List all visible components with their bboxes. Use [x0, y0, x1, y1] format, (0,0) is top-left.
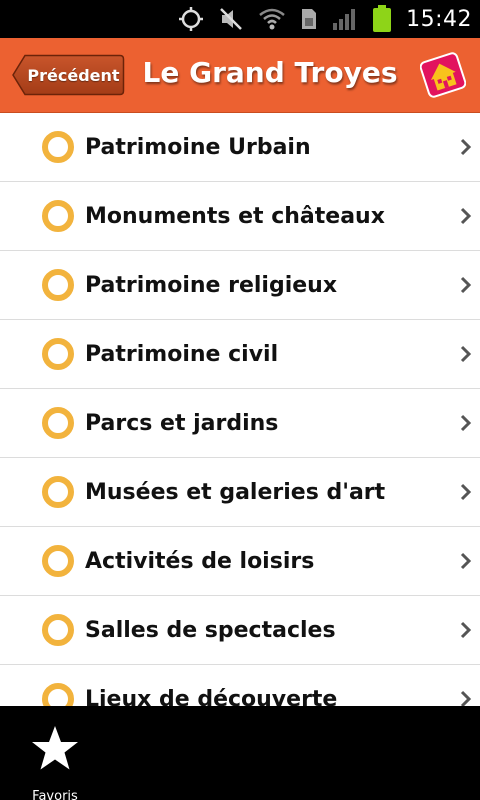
- list-item-label: Patrimoine civil: [85, 341, 279, 367]
- bullet-icon: [42, 200, 74, 232]
- list-item-activites-loisirs[interactable]: Activités de loisirs: [0, 527, 480, 596]
- list-item-patrimoine-religieux[interactable]: Patrimoine religieux: [0, 251, 480, 320]
- list-item-monuments[interactable]: Monuments et châteaux: [0, 182, 480, 251]
- app-header: Précédent Le Grand Troyes: [0, 38, 480, 113]
- list-item-label: Activités de loisirs: [85, 548, 315, 574]
- chevron-right-icon: [460, 207, 472, 225]
- bullet-icon: [42, 407, 74, 439]
- back-button-label: Précédent: [27, 65, 120, 85]
- list-item-label: Parcs et jardins: [85, 410, 279, 436]
- bullet-icon: [42, 476, 74, 508]
- list-item-label: Musées et galeries d'art: [85, 479, 386, 505]
- chevron-right-icon: [460, 690, 472, 706]
- house-logo-icon[interactable]: [419, 52, 467, 98]
- back-button[interactable]: Précédent: [12, 54, 125, 96]
- wifi-icon: [258, 7, 286, 31]
- list-item-musees[interactable]: Musées et galeries d'art: [0, 458, 480, 527]
- favorites-tab[interactable]: Favoris: [14, 714, 96, 800]
- chevron-right-icon: [460, 621, 472, 639]
- status-time: 15:42: [406, 6, 472, 32]
- bullet-icon: [42, 338, 74, 370]
- favorites-label: Favoris: [32, 789, 78, 800]
- list-item-label: Patrimoine religieux: [85, 272, 338, 298]
- list-item-label: Lieux de découverte: [85, 686, 338, 707]
- bullet-icon: [42, 131, 74, 163]
- list-item-label: Salles de spectacles: [85, 617, 336, 643]
- page-title: Le Grand Troyes: [142, 56, 398, 89]
- bullet-icon: [42, 683, 74, 706]
- battery-icon: [372, 5, 392, 33]
- list-item-lieux-decouverte[interactable]: Lieux de découverte: [0, 665, 480, 706]
- list-item-patrimoine-urbain[interactable]: Patrimoine Urbain: [0, 113, 480, 182]
- chevron-right-icon: [460, 276, 472, 294]
- chevron-right-icon: [460, 483, 472, 501]
- status-bar: 15:42: [0, 0, 480, 38]
- bottom-tab-bar: Favoris: [0, 706, 480, 800]
- list-item-label: Patrimoine Urbain: [85, 134, 311, 160]
- category-list[interactable]: Patrimoine Urbain Monuments et châteaux …: [0, 113, 480, 706]
- bullet-icon: [42, 269, 74, 301]
- chevron-right-icon: [460, 414, 472, 432]
- list-item-patrimoine-civil[interactable]: Patrimoine civil: [0, 320, 480, 389]
- list-item-salles-spectacles[interactable]: Salles de spectacles: [0, 596, 480, 665]
- chevron-right-icon: [460, 552, 472, 570]
- bullet-icon: [42, 614, 74, 646]
- list-item-parcs-jardins[interactable]: Parcs et jardins: [0, 389, 480, 458]
- mute-icon: [218, 6, 244, 32]
- chevron-right-icon: [460, 138, 472, 156]
- list-item-label: Monuments et châteaux: [85, 203, 385, 229]
- chevron-right-icon: [460, 345, 472, 363]
- bullet-icon: [42, 545, 74, 577]
- star-icon: [32, 726, 78, 770]
- sim-icon: [300, 7, 318, 31]
- gps-icon: [178, 6, 204, 32]
- signal-icon: [332, 7, 358, 31]
